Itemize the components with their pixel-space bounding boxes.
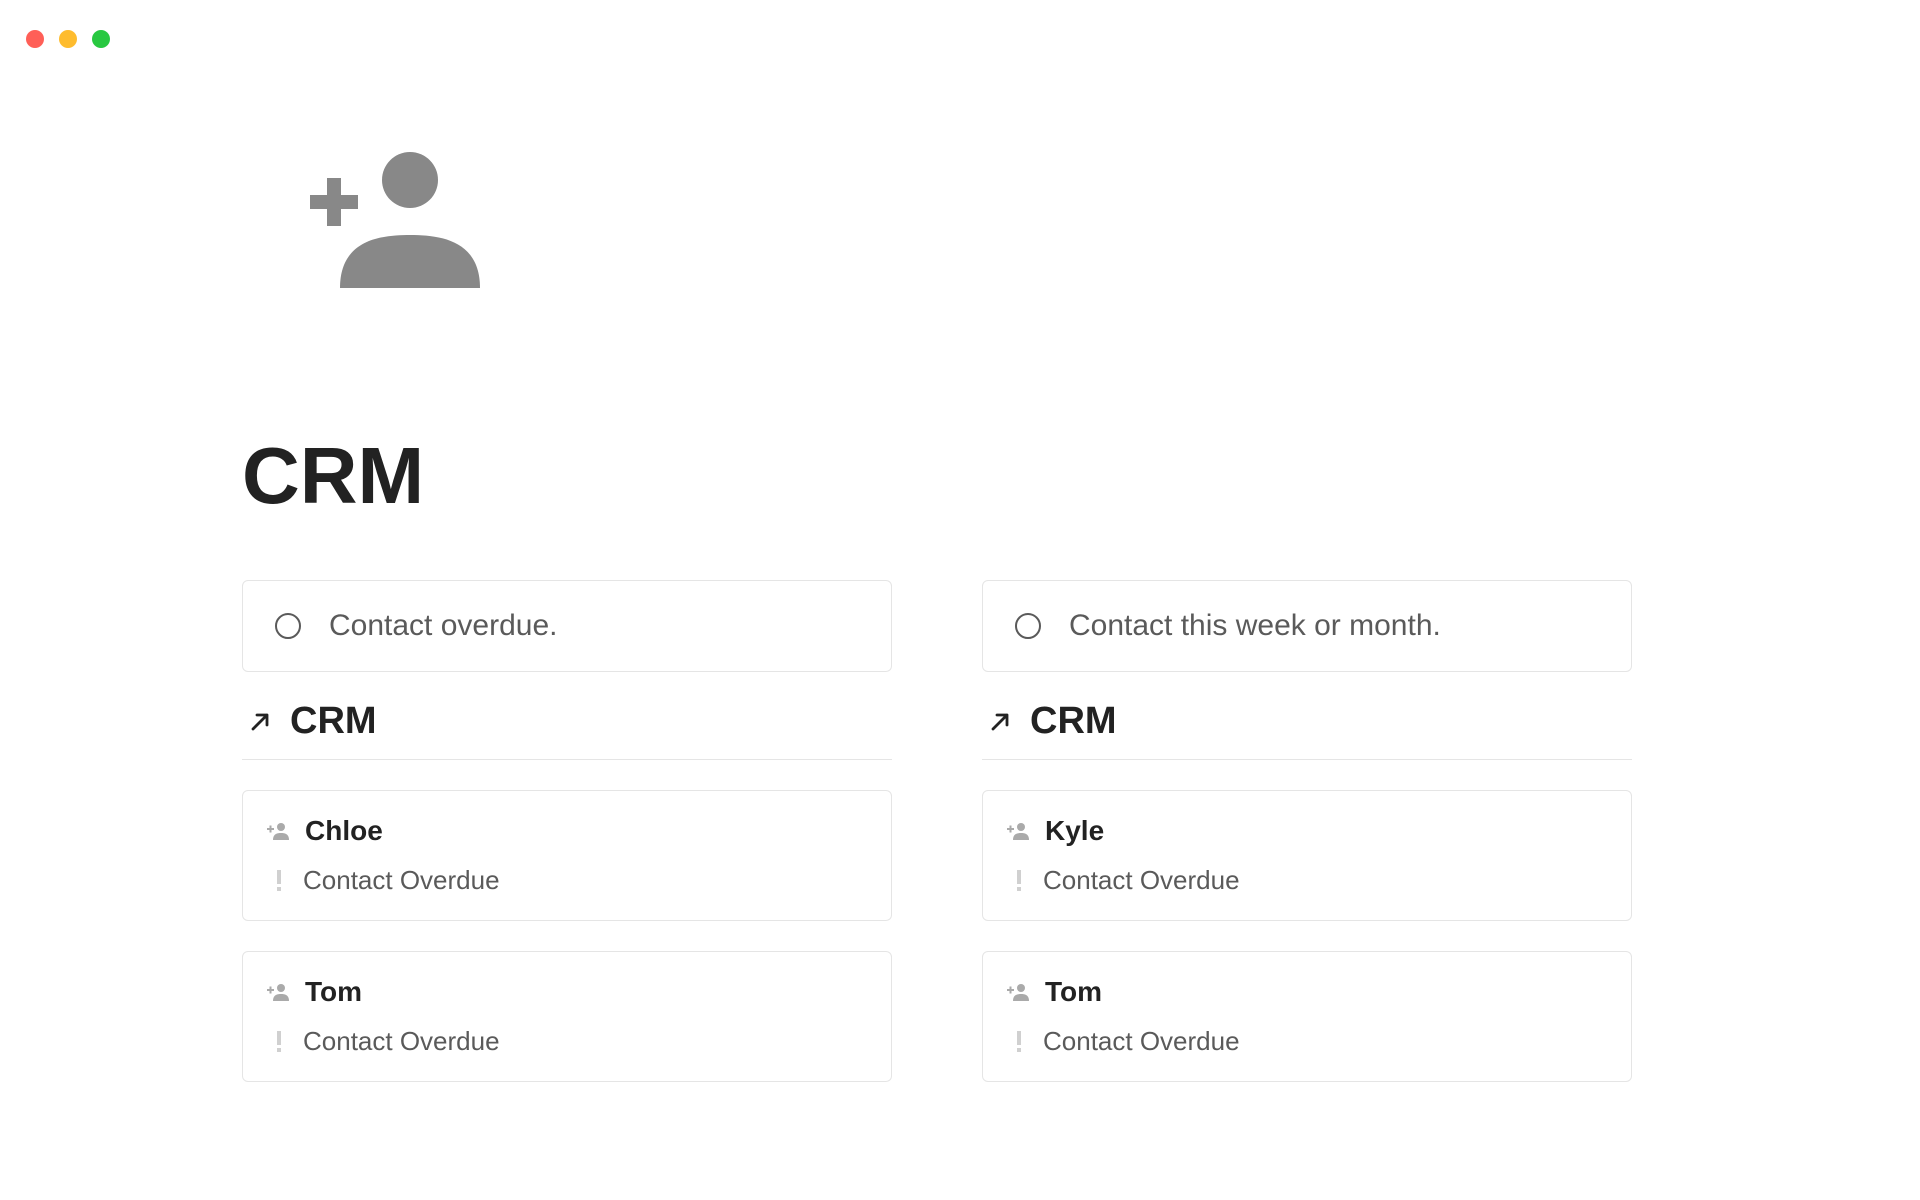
card-name-row: Tom: [267, 976, 867, 1008]
contact-status: Contact Overdue: [303, 865, 500, 896]
arrow-upright-icon: [248, 710, 272, 734]
linked-db-label: CRM: [290, 700, 377, 743]
person-add-icon: [267, 822, 289, 840]
card-status-row: Contact Overdue: [1007, 1026, 1607, 1057]
close-window-button[interactable]: [26, 30, 44, 48]
contact-card[interactable]: Kyle Contact Overdue: [982, 790, 1632, 921]
exclamation-icon: [1013, 1031, 1025, 1053]
columns-container: Contact overdue. CRM Chloe: [242, 580, 1632, 1082]
arrow-upright-icon: [988, 710, 1012, 734]
callout-text: Contact this week or month.: [1069, 609, 1441, 643]
callout-text: Contact overdue.: [329, 609, 557, 643]
contact-card[interactable]: Tom Contact Overdue: [242, 951, 892, 1082]
exclamation-icon: [273, 1031, 285, 1053]
contact-card[interactable]: Tom Contact Overdue: [982, 951, 1632, 1082]
person-add-icon: [1007, 983, 1029, 1001]
card-status-row: Contact Overdue: [267, 865, 867, 896]
callout-this-week[interactable]: Contact this week or month.: [982, 580, 1632, 672]
circle-icon: [1015, 613, 1041, 639]
circle-icon: [275, 613, 301, 639]
contact-status: Contact Overdue: [1043, 1026, 1240, 1057]
maximize-window-button[interactable]: [92, 30, 110, 48]
contact-card[interactable]: Chloe Contact Overdue: [242, 790, 892, 921]
contact-name: Tom: [1045, 976, 1102, 1008]
card-name-row: Kyle: [1007, 815, 1607, 847]
contact-status: Contact Overdue: [1043, 865, 1240, 896]
person-add-icon: [1007, 822, 1029, 840]
exclamation-icon: [1013, 870, 1025, 892]
minimize-window-button[interactable]: [59, 30, 77, 48]
linked-db-label: CRM: [1030, 700, 1117, 743]
person-add-icon: [267, 983, 289, 1001]
column-this-week: Contact this week or month. CRM Kyle: [982, 580, 1632, 1082]
exclamation-icon: [273, 870, 285, 892]
contact-status: Contact Overdue: [303, 1026, 500, 1057]
card-name-row: Tom: [1007, 976, 1607, 1008]
contact-name: Tom: [305, 976, 362, 1008]
contact-name: Kyle: [1045, 815, 1104, 847]
column-overdue: Contact overdue. CRM Chloe: [242, 580, 892, 1082]
page-icon-person-add[interactable]: [280, 140, 480, 290]
window-traffic-lights: [26, 30, 110, 48]
page-title: CRM: [242, 430, 424, 522]
card-status-row: Contact Overdue: [1007, 865, 1607, 896]
linked-db-crm[interactable]: CRM: [242, 700, 892, 760]
linked-db-crm[interactable]: CRM: [982, 700, 1632, 760]
card-name-row: Chloe: [267, 815, 867, 847]
card-status-row: Contact Overdue: [267, 1026, 867, 1057]
callout-overdue[interactable]: Contact overdue.: [242, 580, 892, 672]
contact-name: Chloe: [305, 815, 383, 847]
